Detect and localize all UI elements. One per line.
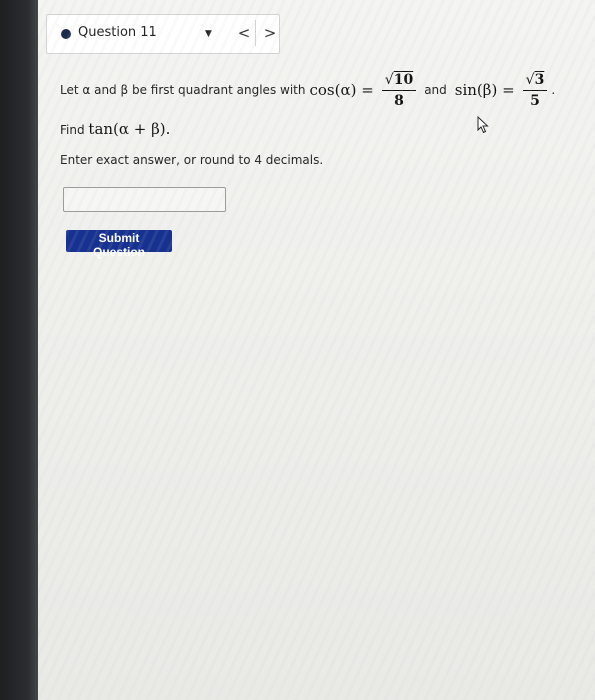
question-header: Question 11 ▼ < > (46, 14, 280, 54)
cos-fraction: √10 8 (381, 71, 417, 109)
find-expression: tan(α + β). (88, 120, 171, 138)
sqrt-icon: √ (525, 71, 535, 88)
question-title: Question 11 (78, 25, 157, 40)
and-text: and (424, 83, 447, 97)
cos-expression: cos(α) = (309, 81, 374, 99)
sqrt-icon: √ (384, 71, 394, 88)
problem-statement: Let α and β be first quadrant angles wit… (60, 66, 555, 114)
find-prompt: Find tan(α + β). (60, 120, 170, 138)
sin-radicand: 3 (534, 71, 545, 88)
next-question-button[interactable]: > (259, 20, 281, 46)
screen: Question 11 ▼ < > Let α and β be first q… (38, 0, 595, 700)
dropdown-arrow-icon[interactable]: ▼ (205, 29, 212, 39)
mouse-cursor-icon (477, 116, 489, 134)
sin-expression: sin(β) = (454, 81, 515, 99)
instructions: Enter exact answer, or round to 4 decima… (60, 153, 324, 167)
submit-question-button[interactable]: Submit Question (66, 230, 172, 259)
status-dot-icon (61, 29, 71, 39)
sin-denominator: 5 (530, 92, 540, 109)
problem-intro: Let α and β be first quadrant angles wit… (60, 83, 306, 97)
answer-input[interactable] (63, 187, 226, 212)
screen-bezel (0, 0, 40, 700)
cos-radicand: 10 (393, 71, 414, 88)
find-label: Find (60, 123, 85, 137)
cos-denominator: 8 (394, 92, 404, 109)
previous-question-button[interactable]: < (233, 20, 256, 46)
period: . (551, 83, 556, 97)
sin-fraction: √3 5 (522, 71, 548, 109)
